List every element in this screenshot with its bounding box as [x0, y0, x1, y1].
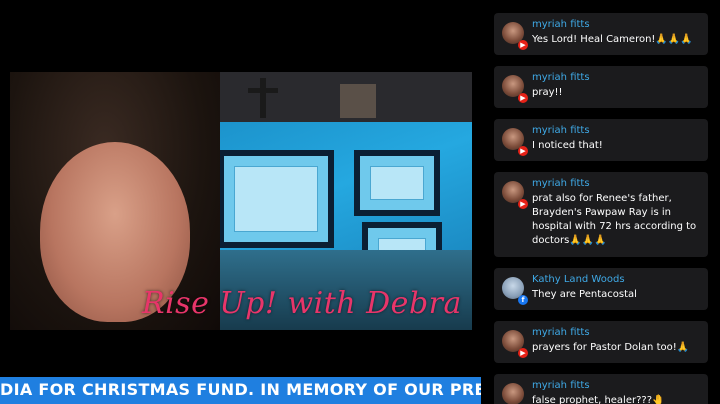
chat-author: myriah fitts	[532, 72, 590, 83]
chat-author: myriah fitts	[532, 178, 590, 189]
chat-text: prayers for Pastor Dolan too!🙏	[532, 342, 690, 353]
show-title-overlay: Rise Up! with Debra	[142, 286, 462, 321]
chat-text: pray!!	[532, 87, 563, 98]
chat-text: Yes Lord! Heal Cameron!🙏🙏🙏	[532, 34, 693, 45]
youtube-icon: ▶	[518, 40, 528, 50]
chat-text: false prophet, healer???🤚	[532, 395, 665, 404]
news-ticker: DIA FOR CHRISTMAS FUND. IN MEMORY OF OUR…	[0, 377, 481, 404]
youtube-icon: ▶	[518, 199, 528, 209]
chat-message: ▶ myriah fitts prat also for Renee's fat…	[494, 172, 708, 257]
youtube-icon: ▶	[518, 348, 528, 358]
chat-author: myriah fitts	[532, 327, 590, 338]
avatar	[502, 383, 524, 404]
chat-author: myriah fitts	[532, 19, 590, 30]
picture-frame	[340, 84, 376, 118]
certificate-frame	[354, 150, 440, 216]
chat-text: prat also for Renee's father, Brayden's …	[532, 193, 697, 246]
chat-text: I noticed that!	[532, 140, 603, 151]
chat-panel[interactable]: ▶ myriah fitts Yes Lord! Heal Cameron!🙏🙏…	[492, 0, 720, 404]
facebook-icon: f	[518, 295, 528, 305]
certificate-frame	[218, 150, 334, 248]
chat-author: myriah fitts	[532, 380, 590, 391]
cross-decoration-bar	[248, 88, 278, 93]
chat-message: ▶ myriah fitts pray!!	[494, 66, 708, 108]
chat-message: ▶ myriah fitts prayers for Pastor Dolan …	[494, 321, 708, 363]
cross-decoration	[260, 78, 266, 118]
chat-message: f Kathy Land Woods They are Pentacostal	[494, 268, 708, 310]
chat-message: ▶ myriah fitts I noticed that!	[494, 119, 708, 161]
youtube-icon: ▶	[518, 93, 528, 103]
chat-message: ▶ myriah fitts Yes Lord! Heal Cameron!🙏🙏…	[494, 13, 708, 55]
youtube-icon: ▶	[518, 146, 528, 156]
chat-author: myriah fitts	[532, 125, 590, 136]
ticker-text: DIA FOR CHRISTMAS FUND. IN MEMORY OF OUR…	[0, 380, 481, 399]
video-feed[interactable]: Rise Up! with Debra	[10, 72, 472, 330]
chat-author: Kathy Land Woods	[532, 274, 625, 285]
chat-message: myriah fitts false prophet, healer???🤚	[494, 374, 708, 404]
chat-text: They are Pentacostal	[532, 289, 637, 300]
